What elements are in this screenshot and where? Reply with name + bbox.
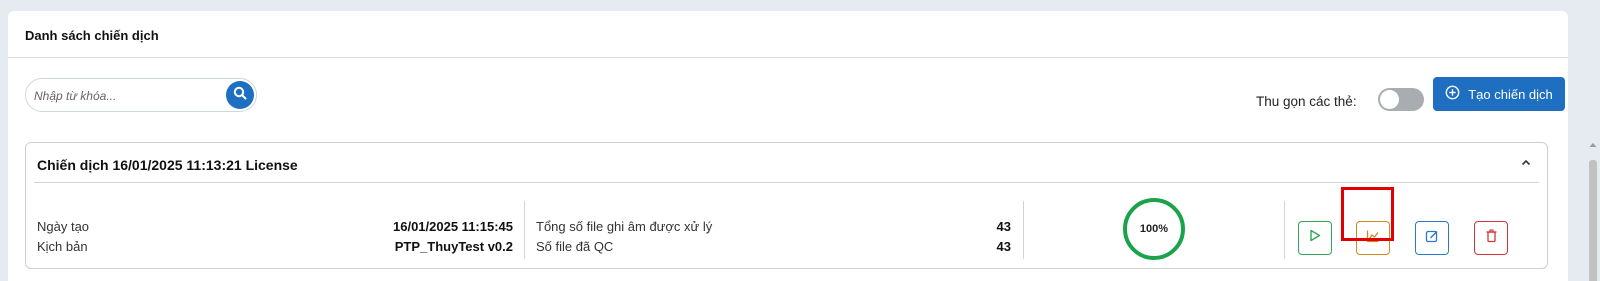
trash-icon [1485, 228, 1498, 248]
edit-icon [1425, 229, 1439, 248]
campaign-list-panel: Danh sách chiến dịch Thu gọn các thẻ: Tạ… [8, 11, 1568, 281]
scrollbar-thumb[interactable] [1589, 160, 1597, 281]
scroll-up-arrow-icon[interactable] [1589, 140, 1597, 150]
progress-ring: 100% [1123, 198, 1185, 260]
collapse-cards-toggle[interactable] [1378, 88, 1424, 111]
column-divider [524, 201, 525, 259]
search-button[interactable] [226, 81, 254, 109]
panel-header: Danh sách chiến dịch [8, 11, 1568, 58]
search-box [25, 78, 257, 112]
campaign-title: Chiến dịch 16/01/2025 11:13:21 License [37, 157, 298, 173]
stats-button-highlight-box [1341, 187, 1394, 241]
panel-title: Danh sách chiến dịch [25, 28, 159, 43]
total-files-value: 43 [996, 219, 1011, 234]
column-divider [1023, 201, 1024, 259]
progress-text: 100% [1139, 223, 1169, 235]
created-date-label: Ngày tạo [37, 219, 90, 234]
qc-files-label: Số file đã QC [536, 239, 614, 254]
delete-campaign-button[interactable] [1474, 221, 1508, 255]
campaign-card: Chiến dịch 16/01/2025 11:13:21 License N… [25, 142, 1548, 269]
collapse-chevron-up-icon[interactable] [1519, 155, 1533, 169]
plus-circle-icon [1445, 85, 1460, 103]
script-value: PTP_ThuyTest v0.2 [394, 239, 513, 254]
created-date-value: 16/01/2025 11:15:45 [393, 219, 513, 234]
card-divider [34, 182, 1539, 183]
start-campaign-button[interactable] [1298, 221, 1332, 255]
search-icon [233, 86, 247, 105]
search-input[interactable] [34, 87, 214, 105]
create-campaign-button[interactable]: Tạo chiến dịch [1433, 77, 1565, 111]
create-campaign-label: Tạo chiến dịch [1468, 86, 1553, 102]
total-files-label: Tổng số file ghi âm được xử lý [536, 219, 713, 234]
collapse-cards-label: Thu gọn các thẻ: [1256, 94, 1357, 109]
column-divider [1284, 201, 1285, 259]
vertical-scrollbar[interactable] [1586, 140, 1600, 281]
play-icon [1309, 229, 1321, 247]
script-label: Kịch bản [37, 239, 88, 254]
edit-campaign-button[interactable] [1415, 221, 1449, 255]
qc-files-value: 43 [996, 239, 1011, 254]
toggle-knob [1380, 90, 1399, 109]
